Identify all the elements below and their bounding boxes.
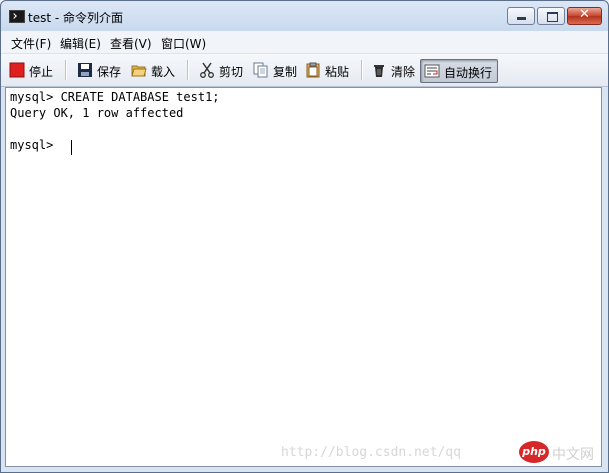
toolbar-separator	[65, 60, 67, 80]
console-app-icon	[9, 10, 25, 23]
stop-button[interactable]: 停止	[5, 58, 59, 82]
trash-icon	[374, 65, 384, 77]
menu-file[interactable]: 文件(F)	[11, 35, 51, 52]
clear-label: 清除	[391, 65, 416, 79]
word-wrap-toggle[interactable]: 自动换行	[420, 59, 498, 83]
menu-window[interactable]: 窗口(W)	[161, 35, 206, 52]
window-title: test - 命令列介面	[28, 11, 124, 25]
maximize-button[interactable]	[537, 7, 565, 25]
console-output[interactable]: mysql> CREATE DATABASE test1; Query OK, …	[5, 87, 602, 467]
minimize-icon	[517, 17, 526, 20]
folder-open-icon	[131, 65, 147, 77]
cut-button[interactable]: 剪切	[195, 58, 247, 82]
toolbar: 停止 保存 载入 剪切 复制 粘贴 清除 自动换行	[1, 54, 608, 87]
save-label: 保存	[97, 65, 122, 79]
menu-view[interactable]: 查看(V)	[110, 35, 152, 52]
close-icon: ✕	[579, 7, 590, 22]
load-button[interactable]: 载入	[127, 58, 181, 82]
cut-label: 剪切	[219, 65, 244, 79]
php-logo-text: 中文网	[552, 447, 594, 463]
paste-label: 粘贴	[325, 65, 350, 79]
text-cursor	[71, 140, 72, 155]
toolbar-separator	[361, 60, 363, 80]
menu-bar: 文件(F) 编辑(E) 查看(V) 窗口(W)	[1, 31, 608, 53]
menu-edit[interactable]: 编辑(E)	[60, 35, 101, 52]
console-prompt: mysql>	[10, 138, 61, 152]
toolbar-separator	[187, 60, 189, 80]
close-button[interactable]: ✕	[567, 7, 602, 25]
clear-button[interactable]: 清除	[367, 58, 419, 82]
save-icon	[78, 63, 92, 77]
load-label: 载入	[151, 65, 176, 79]
word-wrap-label: 自动换行	[444, 66, 493, 80]
word-wrap-icon	[424, 64, 440, 78]
scissors-icon	[200, 62, 214, 78]
save-button[interactable]: 保存	[73, 58, 125, 82]
stop-icon	[9, 62, 25, 78]
app-window: test - 命令列介面 ✕ 文件(F) 编辑(E) 查看(V) 窗口(W) 停…	[0, 0, 609, 473]
copy-icon	[253, 62, 268, 78]
minimize-button[interactable]	[507, 7, 535, 25]
console-line: mysql> CREATE DATABASE test1;	[10, 90, 220, 104]
copy-label: 复制	[273, 65, 298, 79]
watermark-url: http://blog.csdn.net/qq	[281, 445, 462, 460]
stop-label: 停止	[29, 65, 54, 79]
paste-button[interactable]: 粘贴	[301, 58, 355, 82]
copy-button[interactable]: 复制	[249, 58, 301, 82]
console-line: Query OK, 1 row affected	[10, 106, 184, 120]
paste-icon	[306, 62, 320, 78]
maximize-icon	[547, 12, 558, 22]
php-logo-badge: php	[519, 441, 549, 463]
title-bar[interactable]: test - 命令列介面 ✕	[1, 1, 608, 31]
